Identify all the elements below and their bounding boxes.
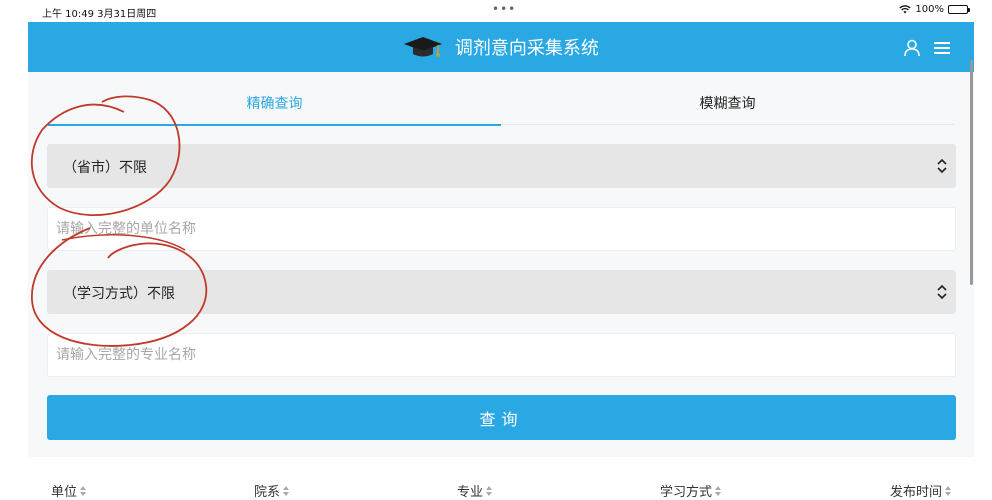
- select-arrows-icon: [937, 158, 947, 174]
- select-arrows-icon: [937, 284, 947, 300]
- status-bar: 上午 10:49 3月31日周四 ••• 100%: [0, 0, 992, 22]
- battery-icon: [948, 5, 970, 14]
- multitask-dots-icon[interactable]: •••: [492, 2, 516, 16]
- sort-icon: [715, 485, 722, 496]
- query-button[interactable]: 查询: [47, 395, 956, 440]
- study-mode-select-value: （学习方式）不限: [63, 286, 175, 302]
- column-header-unit[interactable]: 单位: [51, 481, 87, 500]
- unit-name-input[interactable]: [48, 208, 955, 250]
- graduation-cap-icon: [404, 37, 443, 57]
- column-header-major[interactable]: 专业: [457, 481, 493, 500]
- results-table-header: 单位 院系 专业 学习方式 发布时间: [28, 457, 974, 500]
- column-header-department[interactable]: 院系: [254, 481, 290, 500]
- major-name-field[interactable]: [47, 333, 956, 377]
- province-select[interactable]: （省市）不限: [47, 144, 956, 188]
- status-time: 上午 10:49 3月31日周四: [42, 9, 157, 20]
- scrollbar[interactable]: [970, 60, 973, 285]
- page-title: 调剂意向采集系统: [28, 34, 974, 60]
- sort-icon: [283, 485, 290, 496]
- major-name-input[interactable]: [48, 334, 955, 376]
- search-tabs: 精确查询 模糊查询: [48, 86, 954, 126]
- province-select-value: （省市）不限: [63, 160, 147, 176]
- tab-exact-search[interactable]: 精确查询: [48, 86, 501, 126]
- app-header: 调剂意向采集系统: [28, 22, 974, 72]
- app-title-text: 调剂意向采集系统: [454, 38, 599, 59]
- sort-icon: [945, 485, 952, 496]
- wifi-icon: [899, 5, 912, 14]
- study-mode-select[interactable]: （学习方式）不限: [47, 270, 956, 314]
- battery-percent: 100%: [915, 4, 944, 15]
- user-icon[interactable]: [902, 38, 922, 58]
- sort-icon: [80, 485, 87, 496]
- column-header-study-mode[interactable]: 学习方式: [660, 481, 722, 500]
- sort-icon: [486, 485, 493, 496]
- menu-icon[interactable]: [932, 38, 952, 58]
- status-right: 100%: [899, 4, 970, 15]
- column-header-publish-time[interactable]: 发布时间: [890, 481, 952, 500]
- tab-fuzzy-search[interactable]: 模糊查询: [501, 86, 954, 125]
- unit-name-field[interactable]: [47, 207, 956, 251]
